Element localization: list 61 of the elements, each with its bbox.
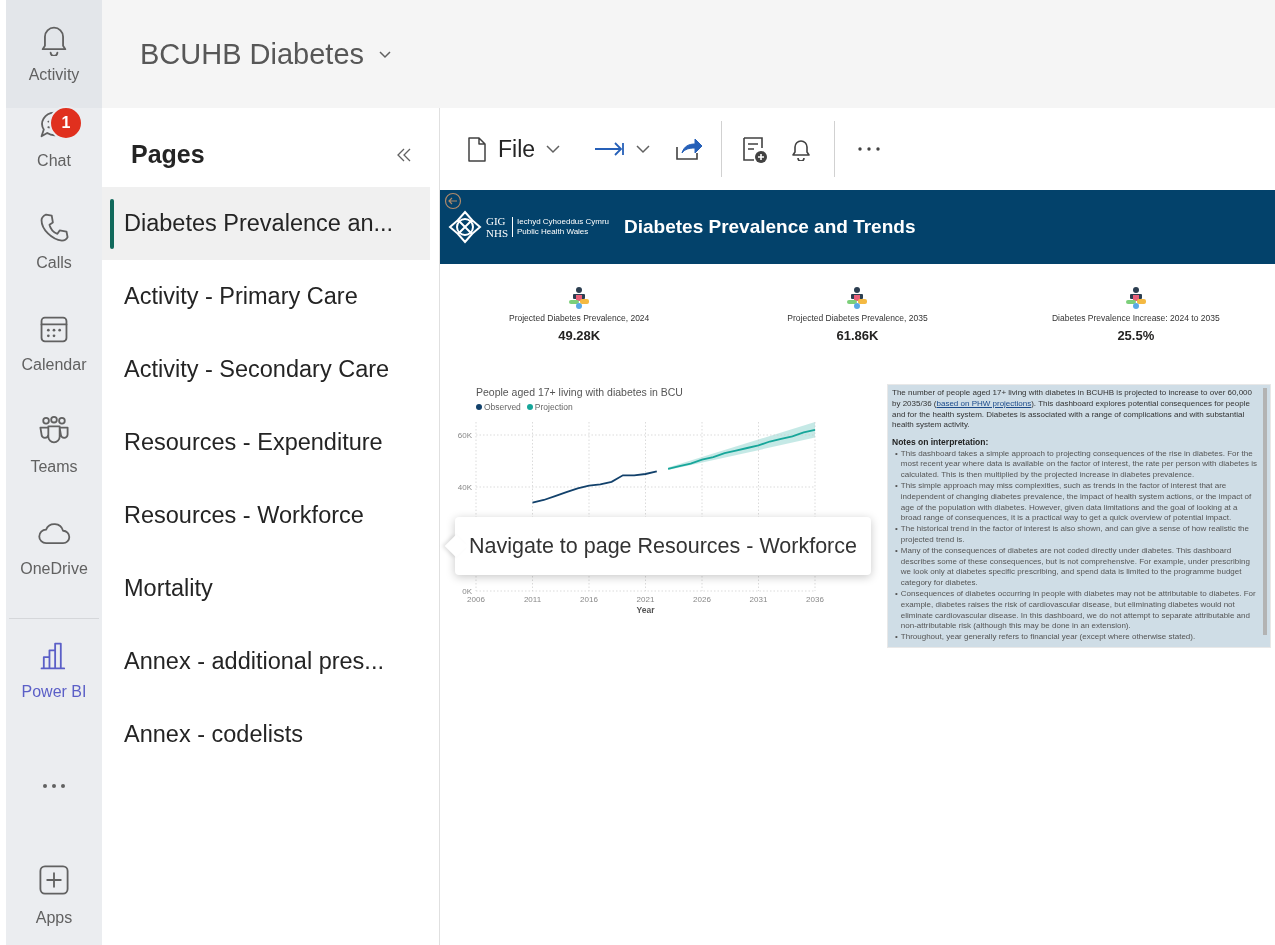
note-bullet: Many of the consequences of diabetes are not coded directly under diabetes. This dashboard describes some of these consequences, but is not comprehensive. For example, under prescribing we look only at diabetes specific prescribing, and spend data is limited to the programme budget category for diabetes. bbox=[900, 545, 1251, 589]
y-tick-label: 60K bbox=[457, 431, 472, 440]
rail-item[interactable]: Chat 1 bbox=[6, 108, 102, 210]
page-item[interactable]: Resources - Expenditure bbox=[102, 406, 430, 479]
page-item[interactable]: Annex - codelists bbox=[102, 698, 430, 771]
page-item[interactable]: Diabetes Prevalence an... bbox=[102, 187, 430, 260]
bullet-marker: • bbox=[895, 545, 898, 557]
note-bullet: The historical trend in the factor of interest is also shown, and can give a sense of how realistic the projected trend is. bbox=[900, 524, 1250, 546]
note-bullet: Throughout, year generally refers to financial year (except where otherwise stated). bbox=[900, 632, 1196, 643]
tooltip: Navigate to page Resources - Workforce bbox=[455, 517, 871, 575]
bullet-marker: • bbox=[895, 589, 898, 600]
legend-item: Observed bbox=[476, 402, 521, 412]
kpi-value: 25.5% bbox=[1117, 328, 1155, 343]
rail-item[interactable]: OneDrive bbox=[6, 516, 102, 618]
y-tick-label: 0K bbox=[462, 587, 472, 596]
kpi-label: Diabetes Prevalence Increase: 2024 to 2035 bbox=[1051, 313, 1220, 323]
rail-item[interactable]: Activity bbox=[6, 0, 102, 108]
page-item[interactable]: Activity - Primary Care bbox=[102, 260, 430, 333]
rail-item[interactable]: Calls bbox=[6, 210, 102, 312]
x-tick-label: 2021 bbox=[636, 595, 655, 604]
intro-paragraph: The number of people aged 17+ living with diabetes in BCUHB is projected to increase to over 60,000 by 2035/36 (based on PHW projections). This dashboard explores potential consequences for people and for the health system. Diabetes is associated with a range of complications and with substantial health system activity. bbox=[892, 388, 1253, 432]
logo-text: GIG bbox=[486, 215, 507, 227]
report-title: Diabetes Prevalence and Trends bbox=[624, 216, 916, 238]
organisation-name: Public Health Wales bbox=[517, 227, 590, 237]
bullet-marker: • bbox=[895, 524, 898, 536]
x-tick-label: 2026 bbox=[693, 595, 711, 604]
x-tick-label: 2016 bbox=[580, 595, 598, 604]
organisation-name: Iechyd Cyhoeddus Cymru bbox=[517, 217, 610, 227]
bullet-marker: • bbox=[895, 481, 898, 493]
legend-item: Projection bbox=[526, 402, 573, 412]
workspace-title[interactable]: BCUHB Diabetes bbox=[140, 37, 393, 71]
projections-link[interactable]: based on PHW projections bbox=[936, 398, 1032, 408]
kpi-label: Projected Diabetes Prevalence, 2035 bbox=[787, 313, 928, 323]
kpi-value: 49.28K bbox=[558, 328, 601, 343]
note-bullet: This dashboard takes a simple approach to projecting consequences of the rise in diabetes. For the most recent year where data is available on the factor of interest, the rate per person with diabetes is calculated. This is then multiplied by the projected increase in diabetes prevalence. bbox=[900, 448, 1258, 482]
chart-title: People aged 17+ living with diabetes in BCU bbox=[476, 386, 684, 398]
page-item[interactable]: Annex - additional pres... bbox=[102, 625, 430, 698]
page-item[interactable]: Mortality bbox=[102, 552, 430, 625]
notification-badge: 1 bbox=[49, 106, 83, 140]
x-tick-label: 2011 bbox=[523, 595, 542, 604]
file-menu-button[interactable]: File bbox=[456, 129, 570, 169]
x-tick-label: 2031 bbox=[749, 595, 768, 604]
x-tick-label: 2036 bbox=[806, 595, 824, 604]
rail-item[interactable]: Calendar bbox=[6, 312, 102, 414]
x-tick-label: 2006 bbox=[467, 595, 485, 604]
y-tick-label: 40K bbox=[457, 483, 472, 492]
logo-text: NHS bbox=[486, 227, 508, 239]
kpi-value: 61.86K bbox=[836, 328, 879, 343]
pages-heading: Pages bbox=[131, 140, 205, 169]
apps-button[interactable]: Apps bbox=[35, 863, 73, 927]
page-item[interactable]: Activity - Secondary Care bbox=[102, 333, 430, 406]
rail-item[interactable]: Teams bbox=[6, 414, 102, 516]
kpi-label: Projected Diabetes Prevalence, 2024 bbox=[509, 313, 650, 323]
page-item[interactable]: Resources - Workforce bbox=[102, 479, 430, 552]
rail-item[interactable]: Power BI bbox=[6, 639, 102, 741]
note-bullet: Consequences of diabetes occurring in people with diabetes may not be attributable to diabetes. For example, diabetes raises the risk of cardiovascular disease, but eliminating diabetes would not eliminate cardiovascular disease. In this dashboard, we do not attempt to separate attributable and non-attributable risk (although this may be done in an extension). bbox=[900, 589, 1257, 633]
bullet-marker: • bbox=[895, 632, 898, 643]
note-bullet: This simple approach may miss complexities, such as trends in the factor of interest that are independent of changing diabetes prevalence, the impact of health system actions, or the impact of age of the population with diabetes. However, given data limitations and the goal of looking at a broad range of consequences, it is a practical way to get a quick overview of potential impact. bbox=[900, 481, 1253, 525]
bullet-marker: • bbox=[895, 448, 898, 460]
notes-heading: Notes on interpretation: bbox=[892, 437, 990, 449]
x-axis-title: Year bbox=[636, 605, 655, 615]
